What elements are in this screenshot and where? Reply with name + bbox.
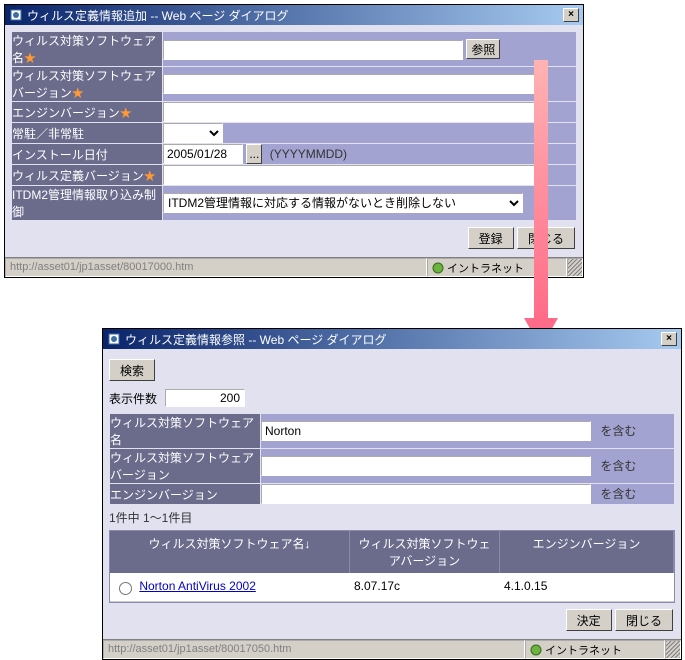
label-engine-version: エンジンバージョン★: [12, 102, 162, 122]
browse-button[interactable]: 参照: [466, 39, 500, 59]
form-table: ウィルス対策ソフトウェア名★ 参照 ウィルス対策ソフトウェアバージョン★ エンジ…: [11, 31, 577, 221]
col-header-name[interactable]: ウィルス対策ソフトウェア名↓: [110, 531, 350, 573]
def-version-input[interactable]: [163, 165, 543, 185]
button-row: 決定 閉じる: [109, 603, 675, 633]
av-name-input[interactable]: [163, 40, 463, 60]
flow-arrow-icon: [516, 60, 566, 350]
result-table: ウィルス対策ソフトウェア名↓ ウィルス対策ソフトウェアバージョン エンジンバージ…: [109, 530, 675, 603]
result-header: ウィルス対策ソフトウェア名↓ ウィルス対策ソフトウェアバージョン エンジンバージ…: [110, 531, 674, 573]
date-hint: (YYYYMMDD): [270, 147, 347, 161]
close-icon[interactable]: ×: [563, 8, 579, 22]
zone-icon: [432, 262, 444, 274]
suffix-contains: を含む: [594, 424, 636, 438]
date-pick-button[interactable]: ...: [246, 144, 262, 164]
label-install-date: インストール日付: [12, 144, 162, 164]
label-def-version: ウィルス定義バージョン★: [12, 165, 162, 185]
app-icon: [9, 8, 23, 22]
browse-dialog: ウィルス定義情報参照 -- Web ページ ダイアログ × 検索 表示件数 ウィ…: [102, 328, 682, 660]
filter-engine-input[interactable]: [261, 484, 591, 504]
row-engine: 4.1.0.15: [500, 573, 674, 601]
label-filter-engine: エンジンバージョン: [110, 484, 260, 504]
dialog-title: ウィルス定義情報参照 -- Web ページ ダイアログ: [125, 331, 661, 348]
close-icon[interactable]: ×: [661, 332, 677, 346]
search-button[interactable]: 検索: [109, 359, 155, 381]
status-url: http://asset01/jp1asset/80017000.htm: [5, 258, 427, 277]
resident-select[interactable]: [163, 123, 223, 143]
result-count: 1件中 1～1件目: [109, 505, 675, 530]
titlebar: ウィルス定義情報参照 -- Web ページ ダイアログ ×: [103, 329, 681, 349]
label-av-version: ウィルス対策ソフトウェアバージョン★: [12, 67, 162, 101]
install-date-input[interactable]: [163, 144, 243, 164]
count-input[interactable]: [165, 389, 245, 407]
dialog-body: ウィルス対策ソフトウェア名★ 参照 ウィルス対策ソフトウェアバージョン★ エンジ…: [5, 25, 583, 257]
row-name-link[interactable]: Norton AntiVirus 2002: [139, 579, 256, 593]
label-filter-name: ウィルス対策ソフトウェア名: [110, 414, 260, 448]
engine-version-input[interactable]: [163, 102, 543, 122]
register-button[interactable]: 登録: [468, 227, 514, 249]
label-resident: 常駐／非常駐: [12, 123, 162, 143]
button-row: 登録 閉じる: [11, 221, 577, 251]
label-filter-version: ウィルス対策ソフトウェアバージョン: [110, 449, 260, 483]
count-row: 表示件数: [109, 389, 675, 413]
suffix-contains: を含む: [594, 487, 636, 501]
add-dialog: ウィルス定義情報追加 -- Web ページ ダイアログ × ウィルス対策ソフトウ…: [4, 4, 584, 278]
resize-grip[interactable]: [567, 258, 583, 277]
titlebar: ウィルス定義情報追加 -- Web ページ ダイアログ ×: [5, 5, 583, 25]
col-header-engine[interactable]: エンジンバージョン: [500, 531, 674, 573]
close-button[interactable]: 閉じる: [615, 609, 673, 631]
statusbar: http://asset01/jp1asset/80017050.htm イント…: [103, 639, 681, 659]
top-button-row: 検索: [109, 355, 675, 389]
label-itdm2: ITDM2管理情報取り込み制御: [12, 186, 162, 220]
filter-name-input[interactable]: [261, 421, 591, 441]
itdm2-select[interactable]: ITDM2管理情報に対応する情報がないとき削除しない: [163, 193, 523, 213]
col-header-version[interactable]: ウィルス対策ソフトウェアバージョン: [350, 531, 500, 573]
decide-button[interactable]: 決定: [566, 609, 612, 631]
filter-version-input[interactable]: [261, 456, 591, 476]
dialog-body: 検索 表示件数 ウィルス対策ソフトウェア名 を含む ウィルス対策ソフトウェアバー…: [103, 349, 681, 639]
dialog-title: ウィルス定義情報追加 -- Web ページ ダイアログ: [27, 7, 563, 24]
app-icon: [107, 332, 121, 346]
row-version: 8.07.17c: [350, 573, 500, 601]
label-av-name: ウィルス対策ソフトウェア名★: [12, 32, 162, 66]
count-label: 表示件数: [109, 390, 157, 407]
row-radio[interactable]: [119, 582, 132, 595]
av-version-input[interactable]: [163, 74, 543, 94]
table-row: Norton AntiVirus 2002 8.07.17c 4.1.0.15: [110, 573, 674, 602]
zone-icon: [530, 644, 542, 656]
filter-table: ウィルス対策ソフトウェア名 を含む ウィルス対策ソフトウェアバージョン を含む …: [109, 413, 675, 505]
statusbar: http://asset01/jp1asset/80017000.htm イント…: [5, 257, 583, 277]
suffix-contains: を含む: [594, 459, 636, 473]
